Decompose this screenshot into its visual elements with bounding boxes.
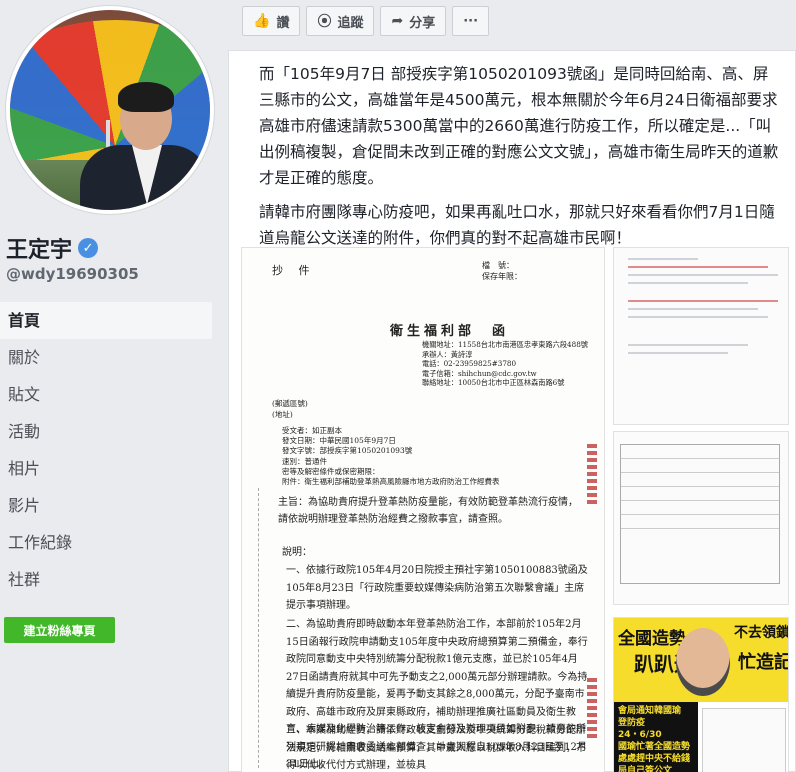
nav-item-about[interactable]: 關於 <box>0 339 212 376</box>
thumb-table-row <box>621 445 779 459</box>
post-photo-thumbnail-3[interactable]: 全國造勢 趴趴造 不去領鎖 忙造記 會局通知韓國瑜 登防疫 24・6/30 國瑜… <box>613 617 789 772</box>
red-stamp-mark-2 <box>587 678 597 738</box>
verified-badge-icon: ✓ <box>78 238 99 258</box>
page-name-text[interactable]: 王定宇 <box>6 232 72 264</box>
umbrella-graphic <box>10 20 210 160</box>
nav-item-home[interactable]: 首頁 <box>0 302 212 339</box>
thumb-line <box>628 266 768 268</box>
profile-picture[interactable] <box>6 6 214 214</box>
ad-black-panel: 會局通知韓國瑜 登防疫 24・6/30 國瑜忙著全國造勢 處處趕中央不給錢 局自… <box>614 702 698 772</box>
ad-document-image <box>702 708 786 772</box>
share-arrow-icon: ➦ <box>391 13 404 29</box>
nav-item-community[interactable]: 社群 <box>0 561 212 598</box>
follow-label: 追蹤 <box>337 15 364 31</box>
doc-fields: 受文者：如正副本 發文日期：中華民國105年9月7日 發文字號：部授疾字第105… <box>282 426 500 487</box>
post-photo-thumbnail-2[interactable] <box>613 431 789 605</box>
thumb-table-row <box>621 459 779 473</box>
post-photo-thumbnail-1[interactable] <box>613 247 789 425</box>
post-photo-document[interactable]: 抄 件 檔 號： 保存年限： 衛生福利部 函 機關地址：11558台北市南港區忠… <box>241 247 605 772</box>
thumb-table-row <box>621 501 779 515</box>
doc-item-1: 一、依據行政院105年4月20日院授主預社字第1050100883號函及105年… <box>286 565 588 611</box>
binding-line <box>258 488 259 768</box>
doc-explain-label: 說明： <box>282 547 312 558</box>
thumb-table <box>620 444 780 584</box>
ad-banner: 全國造勢 趴趴造 不去領鎖 忙造記 <box>614 618 789 702</box>
follow-button[interactable]: ⦿ 追蹤 <box>306 6 375 36</box>
red-stamp-mark <box>587 444 597 504</box>
sidebar-nav: 首頁 關於 貼文 活動 相片 影片 工作紀錄 社群 <box>0 302 212 598</box>
more-icon: ··· <box>463 13 479 29</box>
rss-icon: ⦿ <box>317 14 332 30</box>
ad-headline-3: 不去領鎖 <box>734 625 789 641</box>
doc-meta: 機關地址：11558台北市南港區忠孝東路六段488號 承辦人：黃詩淳 電話：02… <box>422 340 588 388</box>
like-label: 讚 <box>276 15 290 31</box>
like-button[interactable]: 👍 讚 <box>242 6 301 36</box>
page-name[interactable]: 王定宇 ✓ <box>6 232 99 264</box>
ad-headline-1: 全國造勢 <box>618 629 686 649</box>
page-handle[interactable]: @wdy19690305 <box>6 265 139 283</box>
nav-item-posts[interactable]: 貼文 <box>0 376 212 413</box>
post-paragraph-2: 請韓市府團隊專心防疫吧，如果再亂吐口水，那就只好來看看你們7月1日隨道烏龍公文送… <box>259 203 775 247</box>
thumb-line <box>628 316 768 318</box>
post-text: 而「105年9月7日 部授疾字第1050201093號函」是同時回給南、高、屏三… <box>259 61 779 259</box>
doc-postal: (郵遞區號) (地址) <box>272 399 308 419</box>
ad-portrait <box>676 628 730 696</box>
share-button[interactable]: ➦ 分享 <box>380 6 447 36</box>
thumb-line <box>628 282 748 284</box>
nav-item-work-record[interactable]: 工作紀錄 <box>0 524 212 561</box>
doc-title: 衛生福利部 函 <box>390 324 510 339</box>
nav-item-photos[interactable]: 相片 <box>0 450 212 487</box>
doc-copy-label: 抄 件 <box>272 264 316 277</box>
more-options-button[interactable]: ··· <box>452 6 490 36</box>
thumb-line <box>628 308 758 310</box>
doc-item-3: 三、本案補助經費，請依財政收支劃分法及中央統籌分配稅款分配辦法規定，將相關收支納… <box>286 725 586 771</box>
doc-file-label: 檔 號： 保存年限： <box>482 261 522 281</box>
thumb-line <box>628 274 778 276</box>
ad-headline-4: 忙造記 <box>738 652 789 673</box>
thumb-line <box>628 344 748 346</box>
thumb-table-row <box>621 473 779 487</box>
thumb-line <box>628 258 698 260</box>
share-label: 分享 <box>409 15 436 31</box>
thumb-table-row <box>621 487 779 501</box>
thumb-table-row <box>621 515 779 529</box>
page-action-bar: 👍 讚 ⦿ 追蹤 ➦ 分享 ··· <box>242 6 490 36</box>
post-card: 而「105年9月7日 部授疾字第1050201093號函」是同時回給南、高、屏三… <box>228 50 796 772</box>
thumb-line <box>628 300 778 302</box>
create-page-button[interactable]: 建立粉絲專頁 <box>4 617 115 643</box>
doc-subject: 主旨：為協助貴府提升登革熱防疫量能，有效防範登革熱流行疫情，請依說明辦理登革熱防… <box>278 497 578 525</box>
profile-photo <box>10 10 210 210</box>
person-hair <box>118 82 174 112</box>
nav-item-videos[interactable]: 影片 <box>0 487 212 524</box>
thumb-line <box>628 352 728 354</box>
post-paragraph-1: 而「105年9月7日 部授疾字第1050201093號函」是同時回給南、高、屏三… <box>259 65 779 187</box>
thumbs-up-icon: 👍 <box>253 13 271 29</box>
nav-item-events[interactable]: 活動 <box>0 413 212 450</box>
